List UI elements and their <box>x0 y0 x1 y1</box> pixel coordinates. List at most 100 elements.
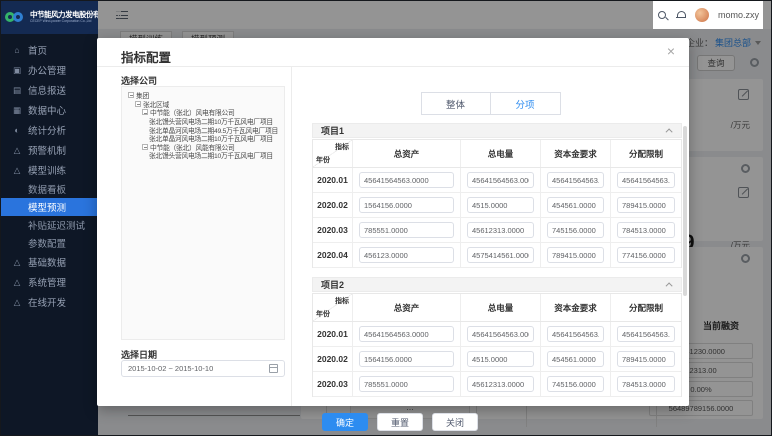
period-label: 2020.02 <box>317 354 348 364</box>
indicator-input[interactable] <box>547 351 604 367</box>
project-table: 指标年份 总资产 总电量 资本金要求 分配限制 2020.01 2020.02 2020.03… <box>312 139 682 268</box>
value-cell <box>461 372 541 396</box>
tab-active[interactable]: 分项 <box>490 92 561 115</box>
value-cell <box>541 372 611 396</box>
indicator-input[interactable] <box>359 172 454 188</box>
sidebar-item-system[interactable]: △ 系统管理 <box>1 272 98 292</box>
sidebar-item-stats[interactable]: ◐ 统计分析 <box>1 120 98 140</box>
indicator-input[interactable] <box>617 247 675 263</box>
bell-icon[interactable] <box>675 10 686 20</box>
indicator-input[interactable] <box>617 376 675 392</box>
period-label: 2020.04 <box>317 250 348 260</box>
indicator-input[interactable] <box>467 326 534 342</box>
indicator-input[interactable] <box>467 222 534 238</box>
date-range-value: 2015-10-02 ~ 2015-10-10 <box>128 364 214 373</box>
indicator-input[interactable] <box>359 351 454 367</box>
project-section-header[interactable]: 项目2 <box>312 277 682 292</box>
sidebar-subitem[interactable]: 模型预测 <box>1 198 98 216</box>
sidebar-subitem[interactable]: 补贴延迟测试 <box>1 216 98 234</box>
sidebar-subitem[interactable]: 数据看板 <box>1 180 98 198</box>
indicator-input[interactable] <box>547 197 604 213</box>
sidebar-item-message[interactable]: ▤ 信息报送 <box>1 80 98 100</box>
table-header-row: 指标 年份 总资产 总电量 资本金要求 分配限制 <box>313 294 681 322</box>
data-center-icon: ▦ <box>12 104 22 115</box>
indicator-input[interactable] <box>617 197 675 213</box>
project-table: 指标年份 总资产 总电量 资本金要求 分配限制 2020.01 2020.02 2020.03 <box>312 293 682 397</box>
indicator-input[interactable] <box>547 222 604 238</box>
table-corner-cell: 指标 年份 <box>313 140 353 167</box>
tree-expander-icon[interactable] <box>142 143 148 150</box>
chevron-up-icon[interactable] <box>665 128 673 136</box>
value-cell <box>353 168 461 192</box>
column-header-label: 总资产 <box>393 302 420 313</box>
tab-inactive[interactable]: 整体 <box>420 92 491 115</box>
confirm-button[interactable]: 确定 <box>322 413 369 431</box>
value-cell <box>353 372 461 396</box>
indicator-input[interactable] <box>359 247 454 263</box>
corner-label-year: 年份 <box>316 157 330 164</box>
tree-expander-icon[interactable] <box>135 100 141 107</box>
project-title: 项目1 <box>321 126 345 136</box>
indicator-input[interactable] <box>359 326 454 342</box>
table-corner-cell: 指标 年份 <box>313 294 353 321</box>
indicator-input[interactable] <box>547 247 604 263</box>
sidebar-subitem[interactable]: 参数配置 <box>1 234 98 252</box>
column-header-label: 分配限制 <box>628 148 663 159</box>
indicator-input[interactable] <box>359 222 454 238</box>
indicator-input[interactable] <box>617 351 675 367</box>
secondary-button[interactable]: 重置 <box>377 413 424 431</box>
table-column-header: 分配限制 <box>611 294 681 321</box>
sidebar-item-office[interactable]: ▣ 办公管理 <box>1 60 98 80</box>
sidebar-item-label: 首页 <box>28 46 48 57</box>
indicator-input[interactable] <box>467 172 534 188</box>
tree-node[interactable]: 张北馒头营风电场二期10万千瓦风电厂项目 <box>122 151 284 160</box>
sidebar-item-dev[interactable]: △ 在线开发 <box>1 292 98 312</box>
sidebar: 中节能风力发电股份有限公司 CECEP Wind-power Corporati… <box>1 1 122 435</box>
search-icon[interactable] <box>657 10 668 21</box>
sidebar-item-alert[interactable]: △ 预警机制 <box>1 140 98 160</box>
indicator-input[interactable] <box>617 222 675 238</box>
table-row: 2020.01 <box>313 168 681 193</box>
sidebar-item-base-data[interactable]: △ 基础数据 <box>1 252 98 272</box>
value-cell <box>611 322 681 346</box>
value-cell <box>461 168 541 192</box>
value-cell <box>461 193 541 217</box>
scrollbar[interactable] <box>683 126 687 296</box>
column-header-label: 总电量 <box>487 302 514 313</box>
indicator-input[interactable] <box>467 351 534 367</box>
username[interactable]: momo.zxy <box>718 10 759 20</box>
table-row: 2020.02 <box>313 347 681 372</box>
indicator-input[interactable] <box>617 172 675 188</box>
indicator-input[interactable] <box>467 247 534 263</box>
indicator-input[interactable] <box>547 326 604 342</box>
close-icon[interactable]: × <box>667 44 675 58</box>
indicator-input[interactable] <box>547 376 604 392</box>
value-cell <box>461 322 541 346</box>
project-section-header[interactable]: 项目1 <box>312 123 682 138</box>
period-label: 2020.01 <box>317 329 348 339</box>
value-cell <box>541 193 611 217</box>
sidebar-item-data-center[interactable]: ▦ 数据中心 <box>1 100 98 120</box>
table-header-row: 指标 年份 总资产 总电量 资本金要求 分配限制 <box>313 140 681 168</box>
secondary-button[interactable]: 关闭 <box>432 413 479 431</box>
column-header-label: 分配限制 <box>628 302 663 313</box>
sidebar-item-home[interactable]: ⌂ 首页 <box>1 40 98 60</box>
indicator-input[interactable] <box>467 376 534 392</box>
indicator-input[interactable] <box>359 376 454 392</box>
tree-expander-icon[interactable] <box>128 92 134 99</box>
indicator-input[interactable] <box>547 172 604 188</box>
value-cell <box>461 243 541 267</box>
sidebar-item-model[interactable]: △ 模型训练 <box>1 160 98 180</box>
indicator-input[interactable] <box>467 197 534 213</box>
sidebar-item-label: 系统管理 <box>28 278 67 289</box>
avatar[interactable] <box>694 8 709 22</box>
chevron-up-icon[interactable] <box>665 282 673 290</box>
table-row: 2020.03 <box>313 372 681 397</box>
tree-expander-icon[interactable] <box>142 109 148 116</box>
table-column-header: 分配限制 <box>611 140 681 167</box>
indicator-input[interactable] <box>359 197 454 213</box>
indicator-input[interactable] <box>617 326 675 342</box>
date-range-input[interactable]: 2015-10-02 ~ 2015-10-10 <box>121 360 285 377</box>
sidebar-item-label: 模型训练 <box>28 166 67 177</box>
period-cell: 2020.04 <box>313 243 353 267</box>
